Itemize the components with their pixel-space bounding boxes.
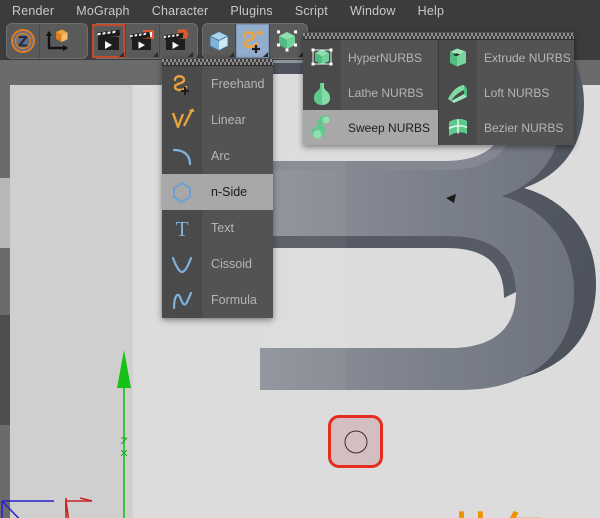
loft-nurbs-icon <box>439 75 477 110</box>
menu-item-label: Arc <box>211 149 230 163</box>
menu-item-label: n-Side <box>211 185 248 199</box>
viewport-left-edge <box>0 60 10 518</box>
sweep-nurbs-icon <box>303 110 341 145</box>
n-side-spline-icon <box>162 174 202 210</box>
menu-item-formula[interactable]: Formula <box>162 282 273 318</box>
menu-item-label: Bezier NURBS <box>484 120 564 135</box>
axis-cube-button[interactable] <box>40 24 74 58</box>
spline-pen-icon <box>242 30 263 53</box>
menu-item-text[interactable]: T Text <box>162 210 273 246</box>
render-view-button[interactable] <box>92 24 126 58</box>
zbrush-z-button[interactable]: Z <box>6 24 40 58</box>
menu-item-arc[interactable]: Arc <box>162 138 273 174</box>
cinema4d-window: Render MoGraph Character Plugins Script … <box>0 0 600 518</box>
viewport-left-edge-dark <box>0 315 10 425</box>
menu-drag-handle[interactable] <box>162 58 273 66</box>
render-settings-button[interactable] <box>160 24 194 58</box>
nurbs-column-2: Extrude NURBS Loft NURBS Bezier NURBS <box>439 40 574 145</box>
nurbs-objects-menu: HyperNURBS Lathe NURBS Sweep NURBS Extru… <box>303 32 574 145</box>
menu-item-label: Loft NURBS <box>484 85 550 100</box>
arc-spline-icon <box>162 138 202 174</box>
menu-item-label: Lathe NURBS <box>348 85 424 100</box>
spline-primitives-menu: Freehand Linear Arc n-Side T Text Cissoi… <box>162 58 273 318</box>
lathe-nurbs-icon <box>303 75 341 110</box>
menu-window[interactable]: Window <box>350 4 396 18</box>
menu-item-n-side[interactable]: n-Side <box>162 174 273 210</box>
toolbar-group-objects <box>202 23 308 59</box>
menu-item-label: Formula <box>211 293 257 307</box>
render-picture-viewer-icon <box>129 30 154 50</box>
menu-help[interactable]: Help <box>418 4 445 18</box>
cube-primitive-icon <box>208 30 229 52</box>
bezier-nurbs-icon <box>439 110 477 145</box>
cube-primitive-button[interactable] <box>202 24 236 58</box>
menu-render[interactable]: Render <box>12 4 54 18</box>
menu-item-freehand[interactable]: Freehand <box>162 66 273 102</box>
flyout-corner <box>188 52 193 57</box>
watermark-cjk-text: 快包 <box>452 512 548 518</box>
menu-item-hypernurbs[interactable]: HyperNURBS <box>303 40 438 75</box>
svg-text:T: T <box>176 217 189 240</box>
formula-spline-icon <box>162 282 202 318</box>
menu-item-label: Freehand <box>211 77 265 91</box>
menu-item-extrude-nurbs[interactable]: Extrude NURBS <box>439 40 574 75</box>
menu-script[interactable]: Script <box>295 4 328 18</box>
menu-item-bezier-nurbs[interactable]: Bezier NURBS <box>439 110 574 145</box>
menu-item-sweep-nurbs[interactable]: Sweep NURBS <box>303 110 438 145</box>
extrude-nurbs-icon <box>439 40 477 75</box>
menu-item-lathe-nurbs[interactable]: Lathe NURBS <box>303 75 438 110</box>
text-spline-icon: T <box>162 210 202 246</box>
flyout-corner <box>119 52 124 57</box>
render-view-icon <box>96 29 120 50</box>
menu-item-label: Cissoid <box>211 257 252 271</box>
menu-item-label: Extrude NURBS <box>484 50 571 65</box>
menu-plugins[interactable]: Plugins <box>230 4 272 18</box>
menu-item-cissoid[interactable]: Cissoid <box>162 246 273 282</box>
menu-item-linear[interactable]: Linear <box>162 102 273 138</box>
menu-item-label: Text <box>211 221 234 235</box>
svg-text:Z: Z <box>17 35 27 51</box>
spline-pen-button[interactable] <box>236 24 270 58</box>
menu-item-label: Linear <box>211 113 246 127</box>
hypernurbs-cage-icon <box>303 40 341 75</box>
viewport-left-edge-light <box>0 178 10 248</box>
toolbar-group-left: Z <box>6 23 88 59</box>
hypernurbs-button[interactable] <box>270 24 304 58</box>
linear-spline-icon <box>162 102 202 138</box>
hypernurbs-icon <box>277 30 297 52</box>
menu-item-label: HyperNURBS <box>348 50 423 65</box>
flyout-corner <box>263 52 268 57</box>
flyout-corner <box>229 52 234 57</box>
flyout-corner <box>153 52 158 57</box>
menu-item-label: Sweep NURBS <box>348 120 431 135</box>
toolbar-group-render <box>92 23 198 59</box>
cissoid-spline-icon <box>162 246 202 282</box>
axis-cube-icon <box>46 29 68 51</box>
render-settings-icon <box>164 29 189 50</box>
annotation-circle-icon <box>344 430 367 453</box>
zbrush-z-icon: Z <box>10 29 35 53</box>
render-picture-viewer-button[interactable] <box>126 24 160 58</box>
annotation-highlight-box <box>328 415 383 468</box>
menu-item-loft-nurbs[interactable]: Loft NURBS <box>439 75 574 110</box>
menu-bar: Render MoGraph Character Plugins Script … <box>0 0 600 22</box>
nurbs-column-1: HyperNURBS Lathe NURBS Sweep NURBS <box>303 40 439 145</box>
freehand-spline-icon <box>162 66 202 102</box>
menu-character[interactable]: Character <box>152 4 209 18</box>
menu-drag-handle[interactable] <box>303 32 574 40</box>
menu-mograph[interactable]: MoGraph <box>76 4 130 18</box>
